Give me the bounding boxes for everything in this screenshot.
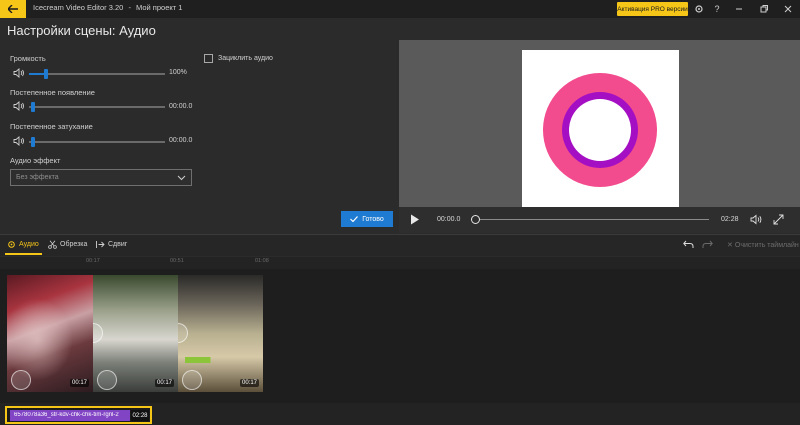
done-button[interactable]: Готово [341, 211, 393, 227]
pro-activation-button[interactable]: Активация PRO версии [617, 2, 688, 16]
tab-trim-label: Обрезка [60, 241, 88, 248]
clear-timeline-button[interactable]: ✕ Очистить таймлайн [727, 241, 799, 249]
done-label: Готово [362, 215, 384, 223]
scrub-thumb[interactable] [471, 215, 480, 224]
volume-value: 100% [169, 69, 187, 76]
scrub-track[interactable] [476, 219, 709, 220]
clip-duration: 00:17 [69, 379, 89, 387]
app-name: Icecream Video Editor 3.20 [33, 3, 124, 12]
fade-in-label: Постепенное появление [10, 88, 95, 97]
tab-shift-label: Сдвиг [108, 241, 128, 248]
title-bar: Icecream Video Editor 3.20 - Мой проект … [0, 0, 800, 18]
gear-icon [8, 241, 15, 248]
arrow-left-icon [8, 5, 18, 13]
current-time: 00:00.0 [437, 216, 461, 223]
undo-icon[interactable] [683, 240, 694, 249]
project-name: Мой проект 1 [136, 3, 183, 12]
speaker-icon[interactable] [13, 136, 25, 146]
video-clip[interactable]: 00:17 [93, 275, 178, 392]
window-title: Icecream Video Editor 3.20 - Мой проект … [33, 3, 182, 12]
audio-clip-duration: 02:28 [131, 410, 149, 421]
arrow-right-icon [96, 241, 105, 248]
fade-in-slider-thumb[interactable] [31, 102, 35, 112]
fade-out-value: 00:00.0 [169, 137, 193, 144]
scissors-icon [48, 240, 57, 249]
loop-audio-label: Зациклить аудио [218, 55, 273, 62]
close-icon: ✕ [727, 242, 733, 249]
audio-effect-selected: Без эффекта [16, 174, 59, 181]
play-icon[interactable] [410, 214, 420, 225]
fullscreen-icon[interactable] [773, 214, 784, 225]
loop-audio-checkbox[interactable] [204, 54, 213, 63]
back-button[interactable] [0, 0, 26, 18]
fade-out-slider-thumb[interactable] [31, 137, 35, 147]
clip-handle[interactable] [97, 370, 117, 390]
volume-label: Громкость [10, 54, 46, 63]
chevron-down-icon [177, 175, 186, 181]
video-clip[interactable]: 00:17 [7, 275, 93, 392]
ruler-label: 01:08 [255, 258, 269, 264]
clip-handle[interactable] [11, 370, 31, 390]
total-time: 02:28 [721, 216, 739, 223]
clip-handle[interactable] [182, 370, 202, 390]
preview-canvas [522, 50, 679, 207]
video-clip[interactable]: 00:17 [178, 275, 263, 392]
audio-effect-label: Аудио эффект [10, 156, 61, 165]
volume-slider-fill [29, 73, 44, 75]
check-icon [350, 216, 359, 222]
gear-icon[interactable] [693, 3, 705, 15]
timeline-ruler[interactable] [0, 257, 800, 269]
volume-icon[interactable] [750, 214, 763, 225]
tab-audio[interactable]: Аудио [7, 240, 39, 249]
tab-audio-label: Аудио [19, 241, 39, 248]
clip-duration: 00:17 [239, 379, 259, 387]
fade-in-value: 00:00.0 [169, 103, 193, 110]
volume-slider[interactable] [29, 69, 165, 79]
audio-clip[interactable]: 6578078a36_str-kdv-chk-chk-tim-rgnl-2 02… [5, 406, 152, 424]
speaker-icon[interactable] [13, 68, 25, 78]
title-separator: - [128, 3, 131, 12]
speaker-icon[interactable] [13, 101, 25, 111]
page-title: Настройки сцены: Аудио [7, 23, 156, 38]
tab-trim[interactable]: Обрезка [48, 240, 87, 249]
redo-icon[interactable] [702, 240, 713, 249]
ring-graphic [543, 73, 657, 187]
clear-timeline-label: Очистить таймлайн [734, 242, 799, 249]
ruler-label: 00:51 [170, 258, 184, 264]
restore-icon[interactable] [758, 3, 770, 15]
volume-slider-thumb[interactable] [44, 69, 48, 79]
fade-out-slider[interactable] [29, 137, 165, 147]
audio-clip-name: 6578078a36_str-kdv-chk-chk-tim-rgnl-2 [14, 412, 119, 418]
fade-out-label: Постепенное затухание [10, 122, 93, 131]
active-tab-indicator [5, 253, 42, 255]
clip-duration: 00:17 [154, 379, 174, 387]
clip-overlay [178, 357, 263, 363]
ruler-label: 00:17 [86, 258, 100, 264]
minimize-icon[interactable] [733, 3, 745, 15]
tab-shift[interactable]: Сдвиг [96, 240, 127, 249]
audio-effect-select[interactable]: Без эффекта [10, 169, 192, 186]
fade-in-slider[interactable] [29, 102, 165, 112]
close-icon[interactable] [782, 3, 794, 15]
help-icon[interactable]: ? [711, 3, 723, 15]
